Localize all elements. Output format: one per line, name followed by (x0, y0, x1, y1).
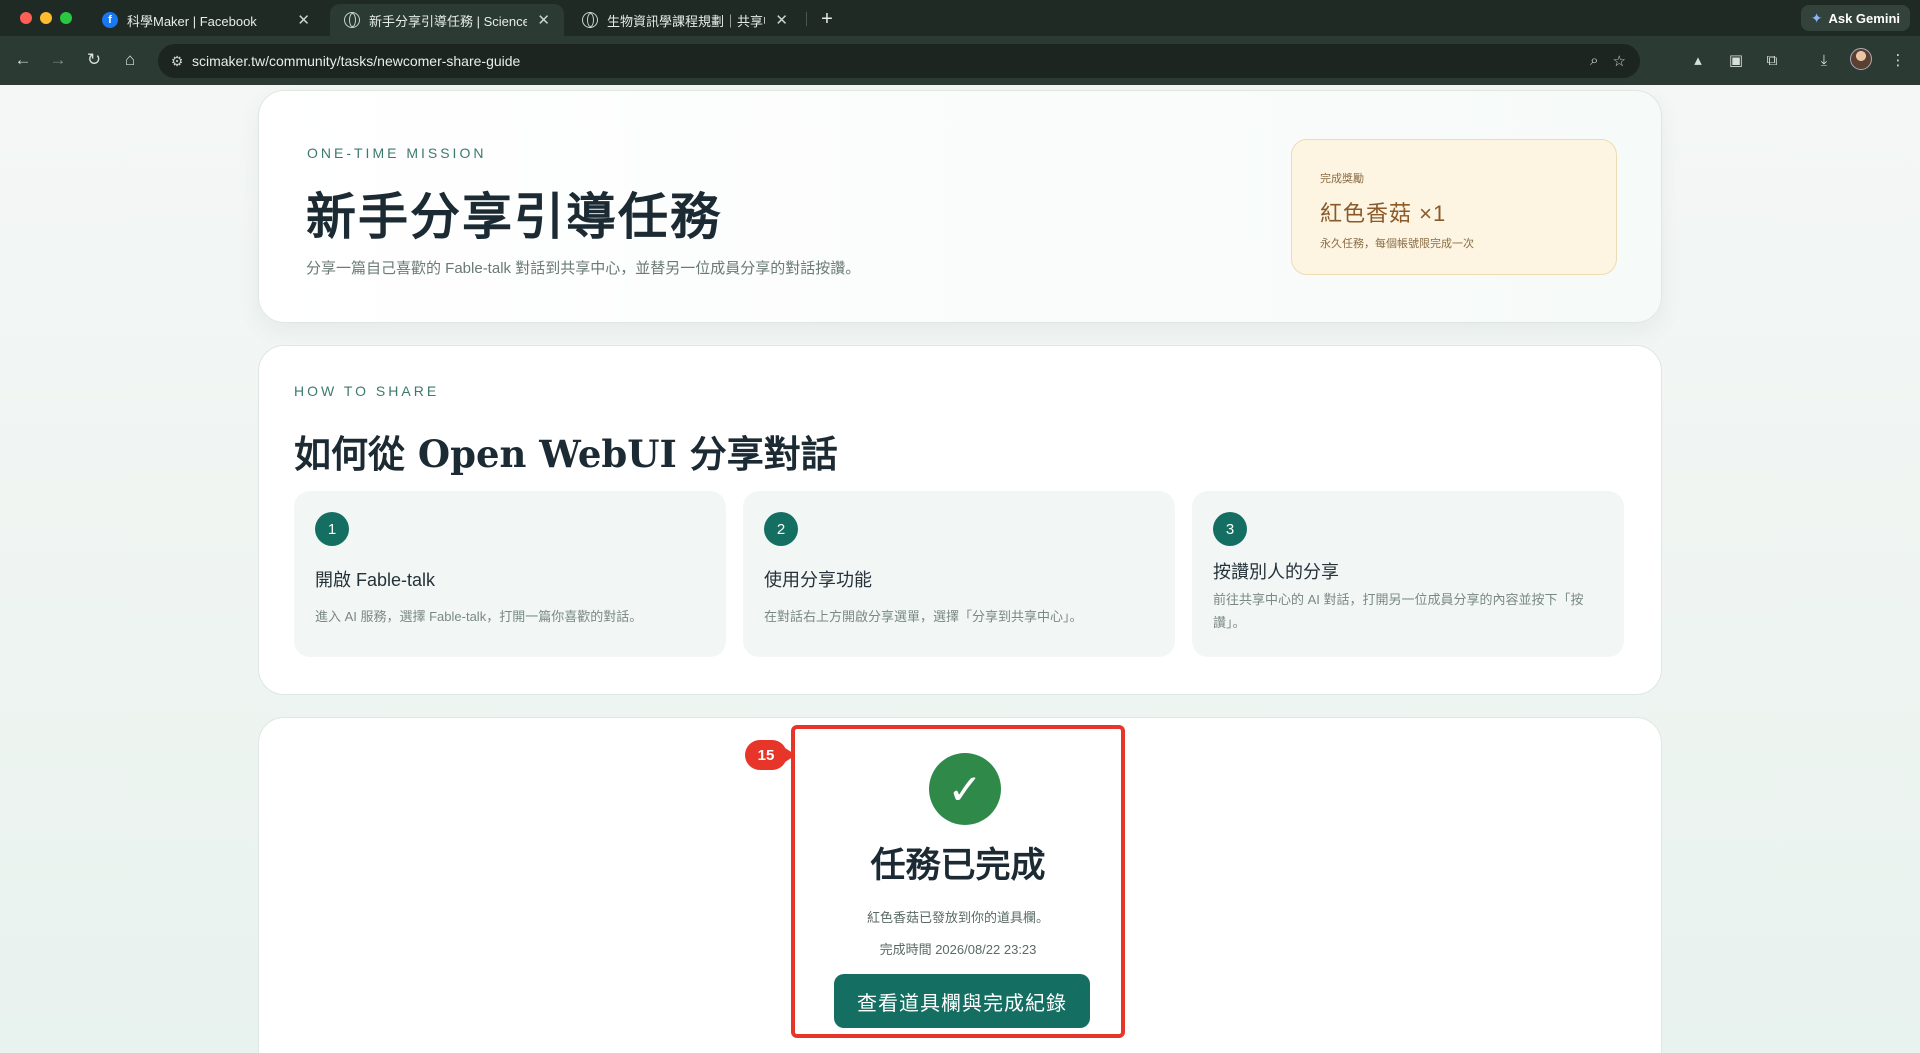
back-arrow-icon[interactable]: ← (11, 48, 35, 72)
mission-subtitle: 分享一篇自己喜歡的 Fable-talk 對話到共享中心，並替另一位成員分享的對… (306, 260, 861, 277)
bookmark-star-icon[interactable]: ☆ (1613, 52, 1626, 70)
reward-note: 永久任務，每個帳號限完成一次 (1320, 238, 1474, 250)
globe-icon (344, 12, 360, 28)
mission-hero-card: ONE-TIME MISSION 新手分享引導任務 分享一篇自己喜歡的 Fabl… (258, 90, 1662, 323)
step-title: 使用分享功能 (764, 570, 872, 590)
completion-card: 15 ✓ 任務已完成 紅色香菇已發放到你的道具欄。 完成時間 2026/08/2… (258, 717, 1662, 1053)
reward-value: 紅色香菇 ×1 (1320, 201, 1447, 226)
home-icon[interactable]: ⌂ (118, 48, 142, 72)
extension-off-icon[interactable]: ▣ (1724, 48, 1748, 72)
tab-close-icon[interactable]: ✕ (765, 11, 788, 29)
completion-message: 紅色香菇已發放到你的道具欄。 (866, 910, 1049, 925)
tab-newcomer-share-guide[interactable]: 新手分享引導任務 | Science M ✕ (330, 4, 564, 36)
extensions-puzzle-icon[interactable]: ⧉ (1760, 48, 1784, 72)
extension-pin-icon[interactable]: ▴ (1686, 48, 1710, 72)
window-zoom-button[interactable] (60, 12, 72, 24)
address-bar-actions: ⌕ ☆ (1590, 52, 1626, 70)
ask-gemini-button[interactable]: ✦ Ask Gemini (1800, 5, 1910, 31)
page-content: ONE-TIME MISSION 新手分享引導任務 分享一篇自己喜歡的 Fabl… (0, 85, 1920, 1053)
tab-bioinformatics[interactable]: 生物資訊學課程規劃｜共享中心 ✕ (568, 4, 802, 36)
zoom-icon[interactable]: ⌕ (1590, 52, 1598, 70)
browser-menu-icon[interactable]: ⋮ (1886, 48, 1910, 72)
reward-panel: 完成獎勵 紅色香菇 ×1 永久任務，每個帳號限完成一次 (1291, 139, 1617, 275)
ask-gemini-label: Ask Gemini (1828, 10, 1900, 26)
window-close-button[interactable] (20, 12, 32, 24)
step-title: 開啟 Fable-talk (315, 570, 436, 590)
step-number: 1 (315, 512, 349, 546)
page-title: 新手分享引導任務 (306, 187, 722, 246)
step-number: 3 (1213, 512, 1247, 546)
window-minimize-button[interactable] (40, 12, 52, 24)
tab-title: 生物資訊學課程規劃｜共享中心 (607, 13, 765, 29)
checkmark-icon: ✓ (929, 753, 1001, 825)
completion-panel: ✓ 任務已完成 紅色香菇已發放到你的道具欄。 完成時間 2026/08/22 2… (791, 725, 1125, 1038)
step-description: 在對話右上方開啟分享選單，選擇「分享到共享中心」。 (764, 609, 1083, 624)
how-to-share-card: HOW TO SHARE 如何從 Open WebUI 分享對話 1 開啟 Fa… (258, 345, 1662, 695)
download-icon[interactable]: ⤓ (1812, 48, 1836, 72)
howto-title: 如何從 Open WebUI 分享對話 (294, 432, 838, 476)
howto-eyebrow: HOW TO SHARE (294, 383, 440, 399)
site-info-icon[interactable]: ⚙ (162, 53, 192, 70)
browser-toolbar: ← → ↻ ⌂ ⚙ scimaker.tw/community/tasks/ne… (0, 36, 1920, 85)
tab-title: 新手分享引導任務 | Science M (369, 13, 528, 29)
view-inventory-button[interactable]: 查看道具欄與完成紀錄 (834, 974, 1090, 1028)
step-title: 按讚別人的分享 (1213, 562, 1339, 582)
completion-title: 任務已完成 (870, 845, 1046, 886)
new-tab-button[interactable]: + (814, 6, 840, 32)
step-description: 前往共享中心的 AI 對話，打開另一位成員分享的內容並按下「按讚」。 (1213, 592, 1584, 630)
tab-close-icon[interactable]: ✕ (527, 11, 550, 29)
step-description: 進入 AI 服務，選擇 Fable-talk，打開一篇你喜歡的對話。 (315, 609, 643, 624)
tab-title: 科學Maker | Facebook (127, 13, 257, 29)
address-bar[interactable]: ⚙ scimaker.tw/community/tasks/newcomer-s… (158, 44, 1640, 78)
step-card-3: 3 按讚別人的分享 前往共享中心的 AI 對話，打開另一位成員分享的內容並按下「… (1192, 491, 1624, 657)
globe-icon (582, 12, 598, 28)
mission-eyebrow: ONE-TIME MISSION (307, 145, 487, 161)
tab-close-icon[interactable]: ✕ (287, 11, 310, 29)
reload-icon[interactable]: ↻ (82, 48, 106, 72)
step-number: 2 (764, 512, 798, 546)
completion-time: 完成時間 2026/08/22 23:23 (879, 942, 1037, 957)
url-text: scimaker.tw/community/tasks/newcomer-sha… (192, 53, 521, 69)
profile-avatar[interactable] (1850, 48, 1872, 70)
step-card-2: 2 使用分享功能 在對話右上方開啟分享選單，選擇「分享到共享中心」。 (743, 491, 1175, 657)
annotation-badge: 15 (745, 740, 796, 770)
reward-label: 完成獎勵 (1320, 173, 1364, 185)
browser-tab-bar: f 科學Maker | Facebook ✕ 新手分享引導任務 | Scienc… (0, 0, 1920, 36)
forward-arrow-icon[interactable]: → (46, 48, 70, 72)
facebook-icon: f (102, 12, 118, 28)
gemini-spark-icon: ✦ (1810, 9, 1823, 26)
step-card-1: 1 開啟 Fable-talk 進入 AI 服務，選擇 Fable-talk，打… (294, 491, 726, 657)
tab-facebook[interactable]: f 科學Maker | Facebook ✕ (88, 4, 324, 36)
tab-divider (806, 12, 807, 26)
